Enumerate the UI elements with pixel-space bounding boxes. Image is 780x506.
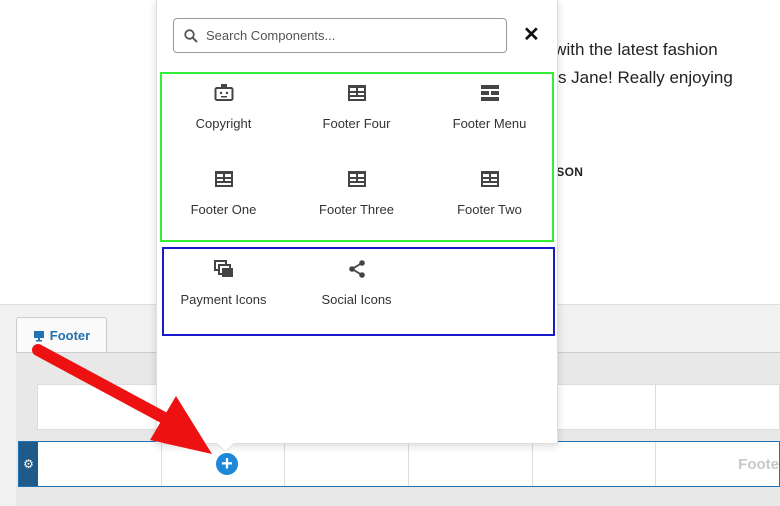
search-icon xyxy=(184,28,198,43)
close-icon[interactable]: ✕ xyxy=(523,24,540,46)
column-slot[interactable] xyxy=(656,385,779,429)
component-footer-four[interactable]: Footer Four xyxy=(290,84,423,170)
footer-layout-icon xyxy=(347,171,366,187)
column-slot[interactable] xyxy=(285,442,410,486)
component-footer-menu[interactable]: Footer Menu xyxy=(423,84,556,170)
search-box[interactable] xyxy=(173,18,507,53)
footer-layout-icon xyxy=(480,171,499,187)
component-label: Footer Menu xyxy=(452,116,527,131)
component-grid: Payment Icons Social Icons xyxy=(157,260,556,320)
component-label: Footer Four xyxy=(322,116,391,131)
component-footer-three[interactable]: Footer Three xyxy=(290,170,423,256)
component-copyright[interactable]: Copyright xyxy=(157,84,290,170)
testimonial-text-line: nks Jane! Really enjoying xyxy=(540,68,733,87)
component-footer-two[interactable]: Footer Two xyxy=(423,170,556,256)
search-input[interactable] xyxy=(206,28,486,43)
column-slot[interactable] xyxy=(38,385,162,429)
component-grid: Copyright Footer Four Footer Menu Footer… xyxy=(157,84,556,256)
tab-footer[interactable]: Footer xyxy=(16,317,107,353)
column-slot[interactable] xyxy=(409,442,533,486)
column-slots xyxy=(38,442,779,486)
component-label: Footer One xyxy=(190,202,257,217)
builder-row-main: ⚙ Foote xyxy=(18,441,780,487)
footer-menu-icon xyxy=(480,85,499,101)
add-component-button[interactable]: + xyxy=(214,451,240,477)
footer-layout-icon xyxy=(214,171,233,187)
component-label: Payment Icons xyxy=(180,292,267,307)
copyright-icon xyxy=(214,84,233,101)
component-payment-icons[interactable]: Payment Icons xyxy=(157,260,290,320)
column-slot[interactable] xyxy=(533,442,657,486)
share-icon xyxy=(348,260,365,278)
component-social-icons[interactable]: Social Icons xyxy=(290,260,423,320)
row-label: Foote xyxy=(738,456,779,473)
tab-label: Footer xyxy=(49,328,91,343)
column-slot[interactable] xyxy=(38,442,162,486)
component-footer-one[interactable]: Footer One xyxy=(157,170,290,256)
testimonial-text-line: e with the latest fashion xyxy=(540,40,718,59)
gear-icon[interactable]: ⚙ xyxy=(19,442,38,486)
payment-icons-icon xyxy=(213,260,233,277)
component-picker-popup: ✕ Copyright Footer Four Footer Menu Foot… xyxy=(156,0,558,444)
desktop-icon xyxy=(33,330,44,341)
component-label: Footer Three xyxy=(319,202,394,217)
component-label: Footer Two xyxy=(457,202,522,217)
component-label: Copyright xyxy=(195,116,252,131)
footer-layout-icon xyxy=(347,85,366,101)
component-label: Social Icons xyxy=(321,292,392,307)
